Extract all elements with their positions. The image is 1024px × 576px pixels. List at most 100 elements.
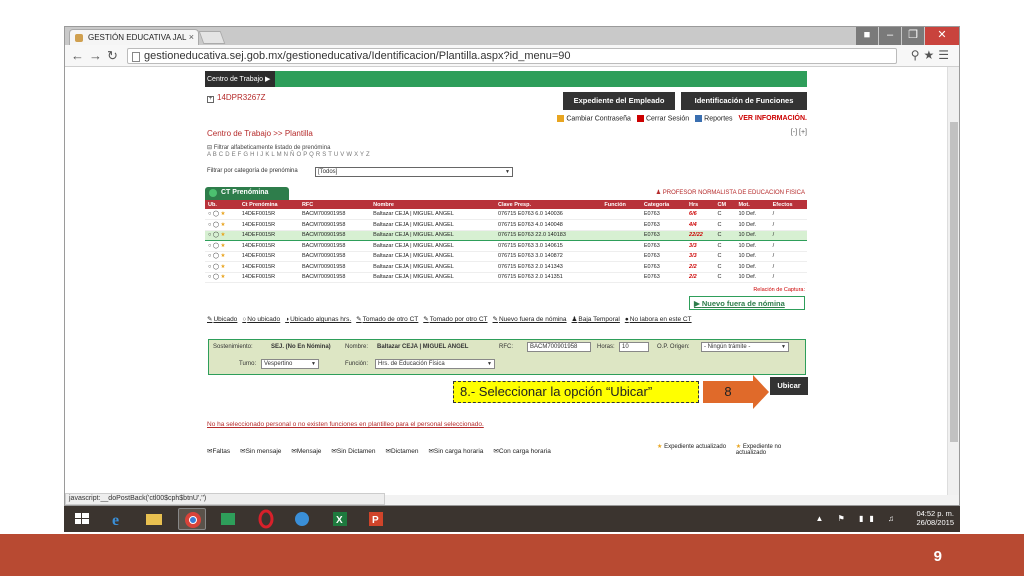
horas-field[interactable]: 10 [619, 342, 649, 352]
table-row[interactable]: ○ ◯ ★ 14DEF0015R BACM700901958 Baltazar CEJ… [205, 240, 807, 252]
row-status-icons[interactable]: ○ ◯ ★ [205, 240, 239, 252]
star-icon: ★ [220, 221, 226, 228]
table-row[interactable]: ○ ◯ ★ 14DEF0015R BACM700901958 Baltazar CEJ… [205, 272, 807, 283]
legend-item: ✎Tomado de otro CT [356, 316, 418, 323]
column-header: RFC [298, 200, 371, 209]
row-status-icons[interactable]: ○ ◯ ★ [205, 251, 239, 262]
table-row[interactable]: ○ ◯ ★ 14DEF0015R BACM700901958 Baltazar CEJ… [205, 251, 807, 262]
cell-ct: 14DEF0015R [238, 209, 299, 220]
cell-clave: 076715 E0763 6.0 140036 [494, 209, 602, 220]
radio-icon[interactable]: ○ [208, 211, 211, 217]
internet-explorer-icon[interactable]: e [104, 508, 132, 530]
cell-nombre: Baltazar CEJA | MIGUEL ANGEL [370, 240, 495, 252]
legend-text: Dictamen [390, 448, 419, 455]
forward-icon[interactable]: → [89, 48, 102, 63]
cell-clave: 076715 E0763 2.0 141351 [494, 272, 602, 283]
file-explorer-icon[interactable] [140, 508, 168, 530]
cell-cm: C [714, 261, 736, 273]
turno-select[interactable]: Vespertino ▼ [261, 359, 319, 369]
turno-value: Vespertino [264, 361, 293, 367]
opera-icon[interactable] [252, 508, 280, 530]
maximize-icon[interactable]: ❐ [902, 27, 924, 45]
row-status-icons[interactable]: ○ ◯ ★ [205, 261, 239, 273]
cell-funcion [601, 219, 641, 231]
turno-label: Turno: [239, 361, 257, 367]
start-icon[interactable] [68, 508, 96, 530]
chrome-icon[interactable] [178, 508, 206, 530]
legend-text: No ubicado [247, 316, 281, 323]
row-status-icons[interactable]: ○ ◯ ★ [205, 272, 239, 283]
powerpoint-icon[interactable]: P [362, 508, 390, 530]
new-tab-button[interactable] [198, 31, 226, 44]
refresh-icon[interactable] [209, 189, 217, 197]
report-icon [695, 115, 703, 122]
rfc-field[interactable]: BACM700901958 [527, 342, 591, 352]
ubicar-button[interactable]: Ubicar [770, 377, 808, 395]
funcion-select[interactable]: Hrs. de Educación Física ▼ [375, 359, 495, 369]
table-row[interactable]: ○ ◯ ★ 14DEF0015R BACM700901958 Baltazar CEJ… [205, 209, 807, 220]
ver-info-link[interactable]: VER INFORMACIÓN. [739, 115, 807, 122]
alpha-filter-label[interactable]: ⊟ Filtrar alfabeticamente listado de pre… [207, 144, 330, 151]
radio-icon[interactable]: ○ [208, 232, 211, 238]
minimize-icon[interactable]: – [879, 27, 901, 45]
row-status-icons[interactable]: ○ ◯ ★ [205, 229, 239, 241]
close-icon[interactable]: ✕ [925, 27, 959, 45]
status-legend: ✎Ubicado ○No ubicado ◑Ubicado algunas hrs.… [207, 315, 697, 323]
legend-icon: ✎ [207, 316, 213, 323]
column-header: Ub. [205, 200, 239, 209]
category-select[interactable]: [Todos] ▼ [315, 167, 513, 177]
clock[interactable]: 04:52 p. m. 26/08/2015 [916, 509, 954, 527]
alpha-letters[interactable]: A B C D E F G H I J K L M N Ñ O P Q R S … [207, 152, 370, 158]
row-status-icons[interactable]: ○ ◯ ★ [205, 219, 239, 231]
tab-ct-prenomina[interactable]: CT Prenómina [205, 187, 289, 200]
scrollbar-thumb[interactable] [950, 122, 958, 442]
legend-no-actualizado: ★ Expediente no actualizado [736, 443, 790, 456]
cell-nombre: Baltazar CEJA | MIGUEL ANGEL [370, 261, 495, 273]
table-row[interactable]: ○ ◯ ★ 14DEF0015R BACM700901958 Baltazar CEJ… [205, 229, 807, 241]
system-tray-icons[interactable]: ▲ ⚑ ▮▮ ♫ [815, 514, 900, 523]
origen-select[interactable]: - Ningún trámite - ▼ [701, 342, 789, 352]
legend-text: Ubicado algunas hrs. [290, 316, 352, 323]
slide-footer: 9 [0, 534, 1024, 576]
user-icon[interactable]: ■ [856, 27, 878, 45]
cell-nombre: Baltazar CEJA | MIGUEL ANGEL [370, 219, 495, 231]
table-row[interactable]: ○ ◯ ★ 14DEF0015R BACM700901958 Baltazar CEJ… [205, 219, 807, 231]
cerrar-link[interactable]: Cerrar Sesión [636, 115, 689, 122]
legend-text: Sin mensaje [245, 448, 282, 455]
radio-icon[interactable]: ○ [208, 264, 211, 270]
tab-close-icon[interactable]: × [189, 32, 194, 42]
browser-tab[interactable]: GESTIÓN EDUCATIVA JAL × [69, 29, 199, 45]
row-status-icons[interactable]: ○ ◯ ★ [205, 209, 239, 220]
cell-cat: E0763 [640, 229, 687, 241]
cell-mot: 10 Def. [735, 229, 770, 241]
relacion-captura: Relación de Captura: [753, 287, 805, 293]
key-icon [557, 115, 565, 122]
zoom-bookmark-menu-icons[interactable]: ⚲★☰ [911, 48, 953, 62]
legend-no-actualizado-text: Expediente no actualizado [735, 444, 782, 456]
radio-icon[interactable]: ○ [208, 274, 211, 280]
expand-icon[interactable]: + [207, 96, 214, 103]
ct-code[interactable]: +14DPR3267Z [207, 93, 265, 103]
expediente-button[interactable]: Expediente del Empleado [563, 92, 675, 110]
identificacion-button[interactable]: Identificación de Funciones [681, 92, 807, 110]
back-icon[interactable]: ← [71, 48, 84, 63]
cell-hrs: 3/3 [686, 251, 715, 262]
cambiar-link[interactable]: Cambiar Contraseña [557, 115, 631, 122]
radio-icon[interactable]: ○ [208, 243, 211, 249]
expand-collapse-links[interactable]: [-] [+] [791, 129, 807, 136]
reload-icon[interactable]: ↻ [107, 48, 118, 64]
table-row[interactable]: ○ ◯ ★ 14DEF0015R BACM700901958 Baltazar CEJ… [205, 261, 807, 273]
cambiar-label: Cambiar Contraseña [566, 115, 631, 123]
app-shield-icon[interactable] [288, 508, 316, 530]
ct-header-tab[interactable]: Centro de Trabajo ▶ [205, 71, 275, 87]
nuevo-fuera-link[interactable]: ▶ Nuevo fuera de nómina [689, 296, 805, 310]
url-text: gestioneducativa.sej.gob.mx/gestioneduca… [144, 50, 571, 62]
store-icon[interactable] [214, 508, 242, 530]
reportes-link[interactable]: Reportes [695, 115, 733, 122]
radio-icon[interactable]: ○ [208, 222, 211, 228]
vertical-scrollbar[interactable] [947, 67, 959, 495]
radio-icon[interactable]: ○ [208, 253, 211, 259]
cell-cat: E0763 [640, 251, 687, 262]
url-input[interactable]: gestioneducativa.sej.gob.mx/gestioneduca… [127, 48, 897, 64]
excel-icon[interactable]: X [326, 508, 354, 530]
